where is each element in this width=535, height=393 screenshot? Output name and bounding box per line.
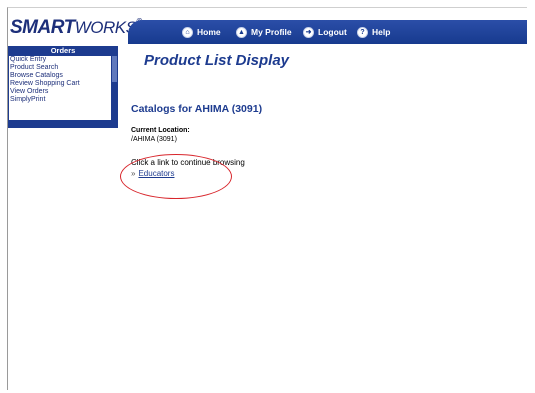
current-location-value: /AHIMA (3091) (131, 136, 177, 143)
smartworks-logo: SMARTWORKS® (10, 17, 142, 38)
highlight-ellipse (120, 154, 232, 199)
sidebar-title: Orders (50, 46, 76, 55)
sidebar-item-browse-catalogs[interactable]: Browse Catalogs (9, 72, 111, 80)
page-title: Product List Display (144, 52, 290, 69)
sidebar-item-review-shopping-cart[interactable]: Review Shopping Cart (9, 80, 111, 88)
sidebar-scrollbar[interactable] (112, 56, 117, 120)
help-icon: ? (357, 26, 368, 38)
nav-logout[interactable]: ➜ Logout (303, 24, 347, 40)
home-icon: ⌂ (182, 26, 193, 38)
logout-icon: ➜ (303, 26, 314, 38)
header: SMARTWORKS® ⌂Home ▲My Profile ➜Logout ?H… (8, 8, 527, 46)
sidebar-item-view-orders[interactable]: View Orders (9, 88, 111, 96)
sidebar-menu: Quick Entry Product Search Browse Catalo… (9, 56, 111, 120)
nav-bar: ⌂ Home ▲ My Profile ➜ Logout ? Help (128, 20, 527, 44)
nav-help[interactable]: ? Help (357, 24, 390, 40)
profile-icon: ▲ (236, 26, 247, 38)
sidebar-item-simplyprint[interactable]: SimplyPrint (9, 96, 111, 104)
nav-my-profile[interactable]: ▲ My Profile (236, 24, 292, 40)
catalog-heading: Catalogs for AHIMA (3091) (131, 103, 263, 115)
sidebar-item-quick-entry[interactable]: Quick Entry (9, 56, 111, 64)
nav-home[interactable]: ⌂ Home (182, 24, 221, 40)
current-location-label: Current Location: (131, 127, 190, 134)
orders-sidebar: Orders Quick Entry Product Search Browse… (8, 46, 118, 128)
sidebar-item-product-search[interactable]: Product Search (9, 64, 111, 72)
scrollbar-thumb[interactable] (112, 56, 117, 82)
